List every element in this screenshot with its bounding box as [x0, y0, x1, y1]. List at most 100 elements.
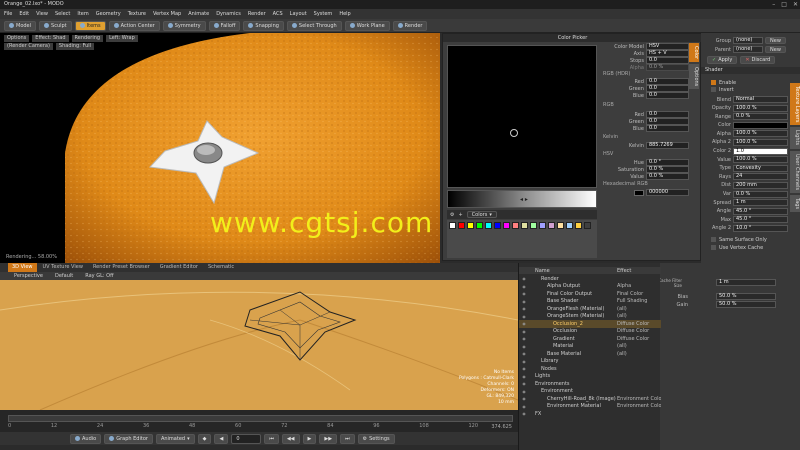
parent-new-button[interactable]: New — [765, 46, 786, 53]
property-field[interactable]: 45.0 ° — [733, 207, 788, 215]
axis-select[interactable]: HS + V — [645, 50, 689, 57]
shader-tree-row[interactable]: ◉ Environment — [519, 388, 661, 396]
eye-icon[interactable]: ◉ — [519, 344, 529, 349]
rgb-hdr-section[interactable]: RGB (HDR) — [603, 71, 689, 78]
close-icon[interactable]: ✕ — [793, 0, 798, 9]
menu-item[interactable]: Render — [248, 11, 266, 17]
shader-tree-row[interactable]: ◉ OrangeFlesh (Material) (all) — [519, 305, 661, 313]
render-viewport-tab[interactable]: Left: Wrap — [106, 35, 138, 42]
kelvin-field[interactable]: 885.7269 — [645, 142, 689, 149]
viewport-header-item[interactable]: Default — [55, 273, 73, 279]
eye-icon[interactable]: ◉ — [519, 284, 529, 289]
eye-icon[interactable]: ◉ — [519, 366, 529, 371]
slider-arrows-icon[interactable]: ◂ ▸ — [520, 196, 528, 203]
render-viewport-tab[interactable]: Effect: Shad — [32, 35, 69, 42]
parent-select[interactable]: (none) — [733, 46, 763, 53]
eye-icon[interactable]: ◉ — [519, 306, 529, 311]
menu-item[interactable]: System — [314, 11, 333, 17]
property-field[interactable]: 24 — [733, 173, 788, 181]
hex-section[interactable]: Hexadecimal RGB — [603, 180, 689, 189]
toolbar-button[interactable]: Model — [4, 20, 37, 31]
property-field[interactable]: 100.0 % — [733, 138, 788, 146]
property-field[interactable]: Convexity — [733, 164, 788, 172]
column-effect[interactable]: Effect — [617, 268, 661, 274]
step-back-button[interactable]: ◀◀ — [281, 433, 300, 444]
toolbar-button[interactable]: Symmetry — [162, 20, 206, 31]
property-field[interactable]: 100.0 % — [733, 130, 788, 138]
property-field[interactable]: 100.0 % — [733, 156, 788, 164]
3d-viewport[interactable]: No Items Polygons : Catmull-Clark Channels… — [0, 280, 518, 410]
minimize-icon[interactable]: – — [772, 0, 775, 9]
property-field[interactable]: 45.0 ° — [733, 216, 788, 224]
timeline[interactable]: 0 12 24 36 48 60 72 84 96 108 120 374.625 — [0, 410, 518, 432]
vertex-cache-checkbox[interactable] — [711, 245, 716, 251]
menu-item[interactable]: Edit — [19, 11, 29, 17]
eye-icon[interactable]: ◉ — [519, 276, 529, 281]
eye-icon[interactable]: ◉ — [519, 404, 529, 409]
viewport-tab[interactable]: 3D View — [8, 263, 37, 272]
green-hdr-field[interactable]: 0.0 — [645, 85, 689, 92]
shader-tree-row[interactable]: ◉ CherryHill-Road_8k (Image) Environment C… — [519, 395, 661, 403]
render-viewport-option[interactable]: Shading: Full — [55, 43, 95, 50]
value-field[interactable]: 0.0 % — [645, 173, 689, 180]
shader-tree-row[interactable]: ◉ Lights — [519, 373, 661, 381]
render-viewport-tab[interactable]: Rendering — [71, 35, 104, 42]
eye-icon[interactable]: ◉ — [519, 389, 529, 394]
frame-field[interactable]: 0 — [231, 433, 262, 444]
properties-side-tab[interactable]: Texture Layers — [790, 83, 800, 126]
gain-field[interactable]: 50.0 % — [716, 301, 776, 308]
property-field[interactable]: 0.0 % — [733, 113, 788, 121]
shader-tree-row[interactable]: ◉ Library — [519, 358, 661, 366]
same-surface-checkbox[interactable] — [711, 237, 716, 243]
eye-icon[interactable]: ◉ — [519, 396, 529, 401]
shader-tree-row[interactable]: ◉ Occlusion Diffuse Color — [519, 328, 661, 336]
apply-button[interactable]: ✓ Apply — [707, 56, 738, 64]
property-field[interactable]: 1.0 — [733, 147, 788, 155]
graph-editor-button[interactable]: Graph Editor — [104, 433, 153, 444]
shader-tree-row[interactable]: ◉ Environments — [519, 380, 661, 388]
toolbar-button[interactable]: Render — [392, 20, 428, 31]
color-swatch[interactable] — [503, 222, 510, 229]
maximize-icon[interactable]: □ — [781, 0, 787, 9]
saturation-field[interactable]: 0.0 % — [645, 166, 689, 173]
toolbar-button[interactable]: Items — [74, 20, 106, 31]
red-field[interactable]: 0.0 — [645, 111, 689, 118]
enable-checkbox[interactable] — [711, 80, 716, 85]
menu-item[interactable]: Item — [77, 11, 88, 17]
value-gradient-slider[interactable]: ◂ ▸ — [447, 190, 597, 208]
viewport-tab[interactable]: Schematic — [204, 263, 238, 272]
menu-item[interactable]: Select — [55, 11, 70, 17]
menu-item[interactable]: File — [4, 11, 12, 17]
discard-button[interactable]: ✕ Discard — [740, 56, 776, 64]
menu-item[interactable]: View — [36, 11, 48, 17]
shader-tree-row[interactable]: ◉ Nodes — [519, 365, 661, 373]
menu-item[interactable]: ACS — [273, 11, 283, 17]
viewport-tab[interactable]: UV Texture View — [39, 263, 87, 272]
shader-tree-row[interactable]: ◉ Gradient Diffuse Color — [519, 335, 661, 343]
eye-icon[interactable]: ◉ — [519, 321, 529, 326]
step-forward-button[interactable]: ▶▶ — [319, 433, 338, 444]
bias-field[interactable]: 50.0 % — [716, 293, 776, 300]
picker-cursor-icon[interactable] — [510, 129, 518, 137]
shader-tree-row[interactable]: ◉ Material (all) — [519, 343, 661, 351]
toolbar-button[interactable]: Work Plane — [344, 20, 390, 31]
play-button[interactable]: ▶ — [302, 433, 317, 444]
stops-field[interactable]: 0.0 — [645, 57, 689, 64]
panel-tab[interactable]: Shader — [701, 67, 800, 74]
color-swatch[interactable] — [458, 222, 465, 229]
rewind-button[interactable]: ⏮ — [264, 433, 279, 444]
shader-tree-row[interactable]: ◉ Alpha Output Alpha — [519, 283, 661, 291]
red-hdr-field[interactable]: 0.0 — [645, 78, 689, 85]
color-swatch[interactable] — [548, 222, 555, 229]
toolbar-button[interactable]: Falloff — [208, 20, 241, 31]
menu-item[interactable]: Layout — [290, 11, 307, 17]
property-field[interactable]: 100.0 % — [733, 104, 788, 112]
property-field[interactable]: Normal — [733, 96, 788, 103]
eye-icon[interactable]: ◉ — [519, 336, 529, 341]
swatch-add-icon[interactable]: + — [458, 212, 462, 218]
group-select[interactable]: (none) — [733, 37, 763, 44]
shader-tree-row[interactable]: ◉ Base Shader Full Shading — [519, 298, 661, 306]
toolbar-button[interactable]: Action Center — [108, 20, 160, 31]
properties-side-tab[interactable]: Lights — [790, 127, 800, 149]
shader-tree-row[interactable]: ◉ OrangeStem (Material) (all) — [519, 313, 661, 321]
